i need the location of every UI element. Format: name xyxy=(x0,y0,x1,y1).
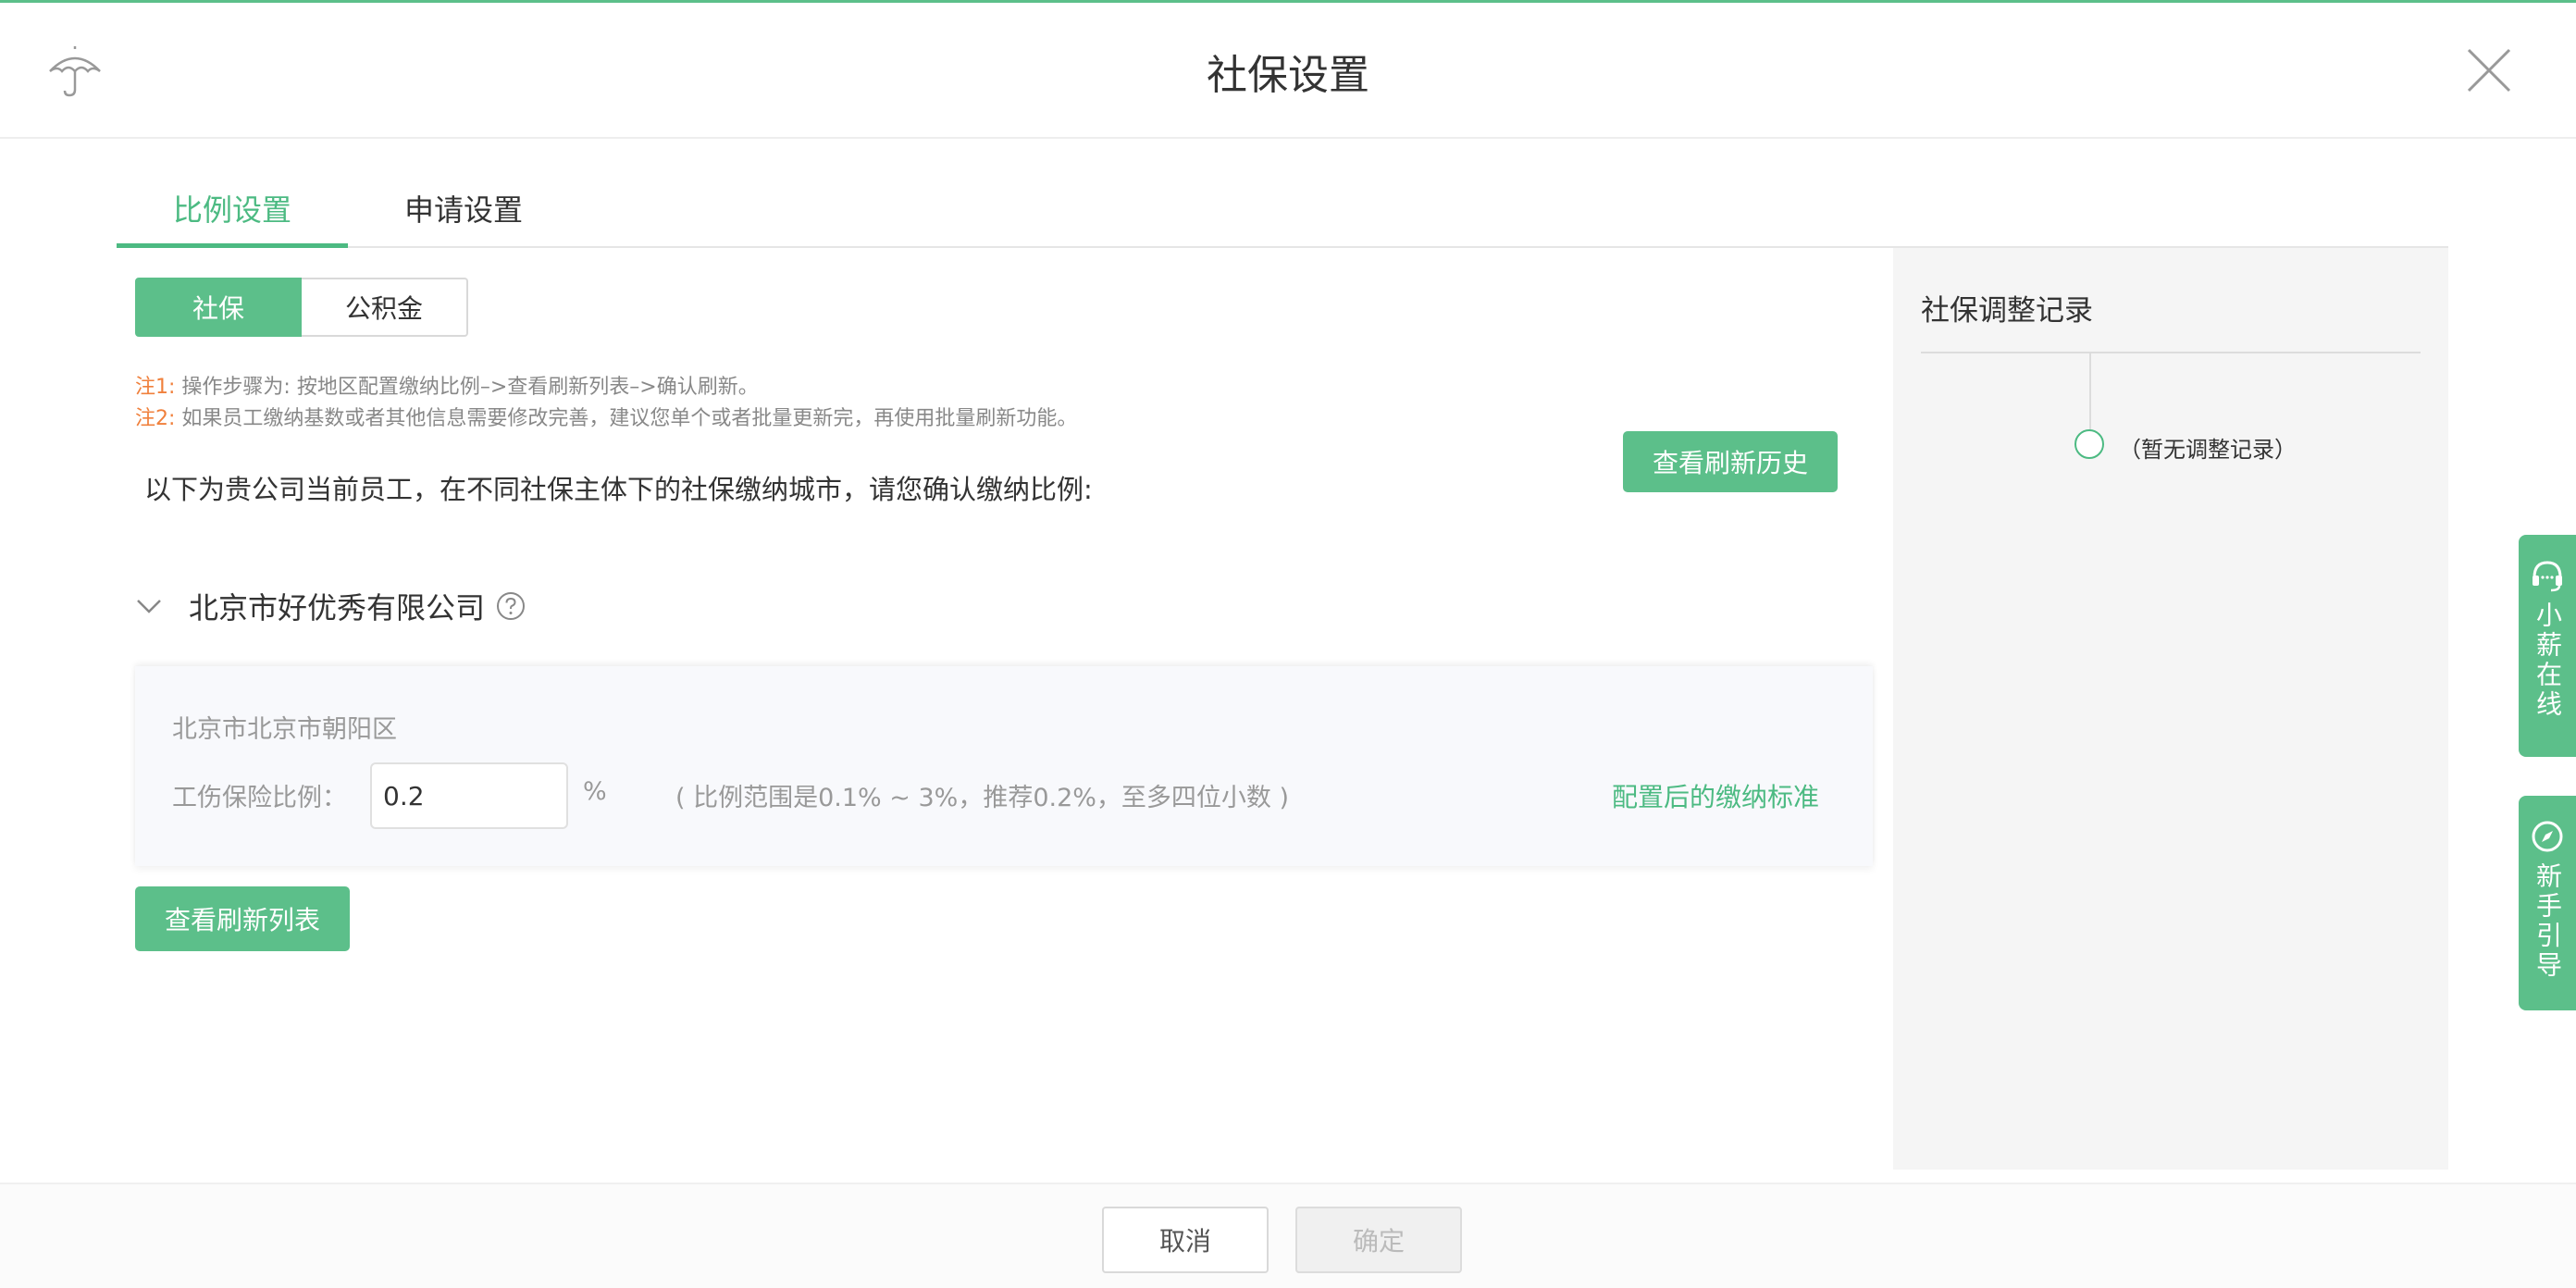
compass-icon xyxy=(2532,821,2563,852)
city-ratio-card: 北京市北京市朝阳区 工伤保险比例： 0.2 % ( 比例范围是0.1% ~ 3%… xyxy=(135,666,1873,866)
chevron-down-icon[interactable] xyxy=(135,592,163,620)
segment-toggle: 社保 公积金 xyxy=(135,278,468,337)
note-tag: 注2: xyxy=(135,407,176,430)
dialog-header: 社保设置 xyxy=(0,3,2576,139)
company-header[interactable]: 北京市好优秀有限公司 xyxy=(135,583,526,629)
note-2: 注2: 如果员工缴纳基数或者其他信息需要修改完善，建议您单个或者批量更新完，再使… xyxy=(135,402,1077,431)
adjustment-record-panel: 社保调整记录 （暂无调整记录） xyxy=(1893,248,2448,1170)
company-name: 北京市好优秀有限公司 xyxy=(189,590,486,625)
tab-ratio-settings[interactable]: 比例设置 xyxy=(117,187,348,248)
empty-record-text: （暂无调整记录） xyxy=(2119,437,2297,463)
float-label: 新手引导 xyxy=(2533,862,2563,981)
injury-insurance-label: 工伤保险比例： xyxy=(172,784,347,812)
confirm-button[interactable]: 确定 xyxy=(1295,1207,1462,1273)
segment-social-security[interactable]: 社保 xyxy=(135,278,302,337)
float-label: 小薪在线 xyxy=(2533,601,2563,720)
timeline-line xyxy=(2089,353,2091,429)
ratio-range-hint: ( 比例范围是0.1% ~ 3%，推荐0.2%，至多四位小数 ) xyxy=(675,784,1290,812)
note-tag: 注1: xyxy=(135,376,176,399)
timeline-dot xyxy=(2074,429,2104,459)
injury-insurance-ratio-input[interactable]: 0.2 xyxy=(370,762,568,829)
note-text: 操作步骤为: 按地区配置缴纳比例–>查看刷新列表–>确认刷新。 xyxy=(175,376,759,399)
tab-application-settings[interactable]: 申请设置 xyxy=(348,187,579,248)
headset-icon xyxy=(2533,561,2562,592)
divider xyxy=(1921,352,2421,353)
configured-standard-link[interactable]: 配置后的缴纳标准 xyxy=(1612,777,1819,814)
online-chat-button[interactable]: 小薪在线 xyxy=(2519,535,2576,757)
help-icon[interactable] xyxy=(496,591,526,621)
panel-title: 社保调整记录 xyxy=(1921,294,2093,328)
intro-text: 以下为贵公司当前员工，在不同社保主体下的社保缴纳城市，请您确认缴纳比例: xyxy=(144,474,1093,505)
tab-bar: 比例设置 申请设置 xyxy=(117,176,2448,248)
dialog-title: 社保设置 xyxy=(1207,52,1369,99)
percent-unit: % xyxy=(583,777,607,806)
dialog-footer: 取消 确定 xyxy=(0,1183,2576,1288)
close-icon[interactable] xyxy=(2465,46,2513,94)
cancel-button[interactable]: 取消 xyxy=(1102,1207,1269,1273)
beginner-guide-button[interactable]: 新手引导 xyxy=(2519,796,2576,1010)
view-refresh-history-button[interactable]: 查看刷新历史 xyxy=(1623,431,1838,492)
view-refresh-list-button[interactable]: 查看刷新列表 xyxy=(135,886,350,951)
note-1: 注1: 操作步骤为: 按地区配置缴纳比例–>查看刷新列表–>确认刷新。 xyxy=(135,370,759,400)
segment-housing-fund[interactable]: 公积金 xyxy=(302,278,468,337)
note-text: 如果员工缴纳基数或者其他信息需要修改完善，建议您单个或者批量更新完，再使用批量刷… xyxy=(175,407,1078,430)
city-name: 北京市北京市朝阳区 xyxy=(172,715,397,744)
